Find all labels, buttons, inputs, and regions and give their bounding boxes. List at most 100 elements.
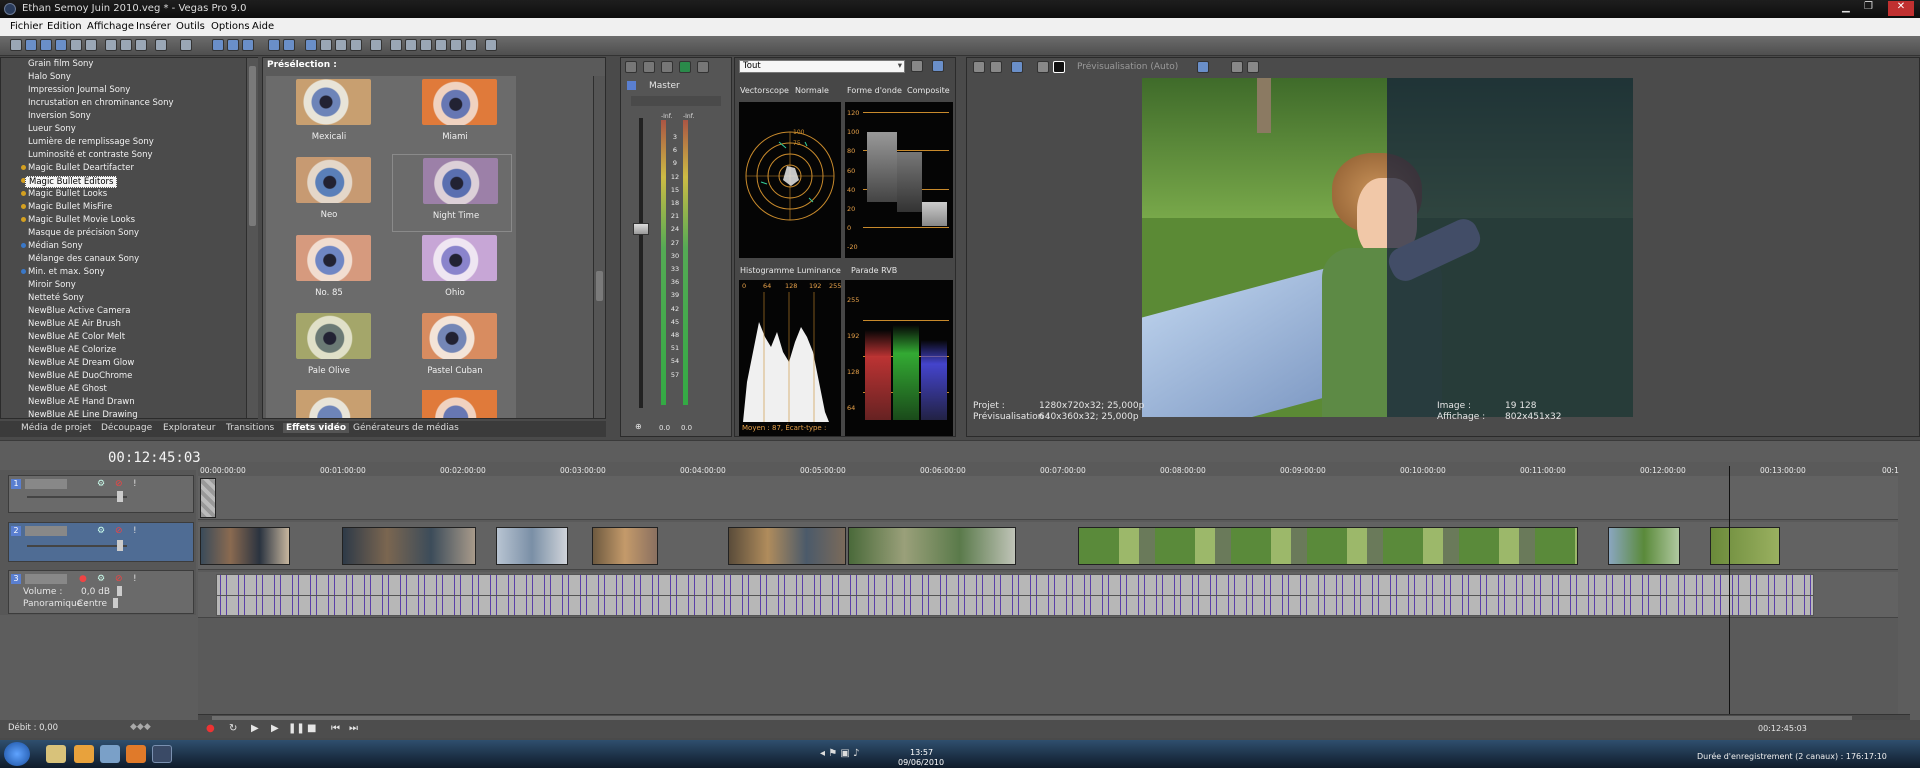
track-mute-icon[interactable]: ⊘ bbox=[115, 479, 123, 489]
track-mute-icon[interactable]: ⊘ bbox=[115, 526, 123, 536]
fx-item[interactable]: NewBlue AE Color Melt bbox=[28, 332, 125, 342]
video-track-1-lane[interactable] bbox=[198, 476, 1898, 520]
preview-ext-monitor-icon[interactable] bbox=[1011, 61, 1023, 73]
menu-fichier[interactable]: Fichier bbox=[10, 21, 43, 32]
firefox-icon[interactable] bbox=[126, 745, 146, 763]
cut-icon[interactable] bbox=[105, 39, 117, 51]
track-header-3[interactable]: 3 ● ⚙ ⊘ ! Volume : 0,0 dB Panoramique : … bbox=[8, 570, 194, 614]
scope-tab-parade[interactable]: Parade RVB bbox=[851, 266, 897, 275]
track-mute-icon[interactable]: ⊘ bbox=[115, 574, 123, 584]
scroll-thumb[interactable] bbox=[596, 271, 603, 301]
video-clip[interactable] bbox=[728, 527, 846, 565]
fx-item[interactable]: Inversion Sony bbox=[28, 111, 91, 121]
track-fx-icon[interactable]: ⚙ bbox=[97, 574, 105, 584]
preview-device-icon[interactable] bbox=[990, 61, 1002, 73]
fx-item[interactable]: Masque de précision Sony bbox=[28, 228, 139, 238]
preview-quality[interactable]: Prévisualisation (Auto) bbox=[1077, 62, 1178, 72]
scope-tab-composite[interactable]: Composite bbox=[907, 86, 950, 95]
playhead[interactable] bbox=[1729, 466, 1730, 714]
record-icon[interactable]: ● bbox=[206, 723, 215, 734]
lock-envelopes-icon[interactable] bbox=[242, 39, 254, 51]
stop-icon[interactable]: ■ bbox=[307, 723, 316, 734]
master-fader[interactable] bbox=[633, 223, 649, 235]
maximize-icon[interactable]: ❐ bbox=[1864, 1, 1878, 14]
open-icon[interactable] bbox=[25, 39, 37, 51]
properties-icon[interactable] bbox=[85, 39, 97, 51]
fx-item[interactable]: Min. et max. Sony bbox=[28, 267, 105, 277]
volume-slider[interactable] bbox=[117, 586, 122, 596]
preview-icon[interactable] bbox=[450, 39, 462, 51]
scopes-icon[interactable] bbox=[465, 39, 477, 51]
trim-icon[interactable] bbox=[350, 39, 362, 51]
video-clip[interactable] bbox=[496, 527, 568, 565]
preset-thumb[interactable]: Pastel Cuban bbox=[392, 310, 512, 386]
composite-level-slider[interactable] bbox=[117, 540, 123, 551]
preset-thumb-selected[interactable]: Night Time bbox=[392, 154, 512, 232]
video-clip[interactable] bbox=[200, 527, 290, 565]
menu-affichage[interactable]: Affichage bbox=[87, 21, 134, 32]
preset-thumb[interactable]: Pale Olive bbox=[266, 310, 386, 386]
tab-media-projet[interactable]: Média de projet bbox=[21, 423, 91, 433]
fx-item[interactable]: NewBlue AE Dream Glow bbox=[28, 358, 134, 368]
preview-fx-bypass-icon[interactable] bbox=[1053, 61, 1065, 73]
audio-clip[interactable] bbox=[216, 574, 1814, 616]
zoom-tool-icon[interactable] bbox=[320, 39, 332, 51]
mixer-icon[interactable] bbox=[435, 39, 447, 51]
scroll-thumb[interactable] bbox=[249, 66, 256, 226]
preset-thumb[interactable]: Neo bbox=[266, 154, 386, 230]
fx-icon[interactable] bbox=[405, 39, 417, 51]
fx-item-selected[interactable]: Magic Bullet Editors bbox=[25, 176, 118, 188]
start-button[interactable] bbox=[4, 742, 30, 766]
fx-item[interactable]: Netteté Sony bbox=[28, 293, 84, 303]
split-screen-icon[interactable] bbox=[1037, 61, 1049, 73]
fx-item[interactable]: NewBlue AE Hand Drawn bbox=[28, 397, 135, 407]
rate-slider-icon[interactable]: ◆◆◆ bbox=[130, 722, 151, 732]
menu-options[interactable]: Options bbox=[211, 21, 250, 32]
paste-icon[interactable] bbox=[135, 39, 147, 51]
minimize-icon[interactable]: ▁ bbox=[1842, 2, 1856, 15]
lock-icon[interactable]: ⊕ bbox=[635, 422, 642, 431]
overlays-icon[interactable] bbox=[1197, 61, 1209, 73]
fx-item[interactable]: Lumière de remplissage Sony bbox=[28, 137, 154, 147]
track-fx-icon[interactable]: ⚙ bbox=[97, 479, 105, 489]
master-settings-icon[interactable] bbox=[643, 61, 655, 73]
copy-snapshot-icon[interactable] bbox=[1231, 61, 1243, 73]
master-route-icon[interactable] bbox=[679, 61, 691, 73]
track-header-2[interactable]: 2 ⚙ ⊘ ! bbox=[8, 522, 194, 562]
play-from-start-icon[interactable]: ▶ bbox=[251, 723, 259, 734]
undo-icon[interactable] bbox=[155, 39, 167, 51]
composite-level-slider[interactable] bbox=[117, 491, 123, 502]
go-end-icon[interactable]: ⏭ bbox=[349, 723, 358, 734]
master-mute-icon[interactable] bbox=[697, 61, 709, 73]
menu-inserer[interactable]: Insérer bbox=[136, 21, 171, 32]
fx-item[interactable]: NewBlue AE DuoChrome bbox=[28, 371, 132, 381]
menu-edition[interactable]: Edition bbox=[47, 21, 82, 32]
generated-media-clip[interactable] bbox=[200, 478, 216, 518]
preset-thumb[interactable]: Ohio bbox=[392, 232, 512, 308]
scope-tab-normale[interactable]: Normale bbox=[795, 86, 829, 95]
normal-tool-icon[interactable] bbox=[268, 39, 280, 51]
fx-item[interactable]: Magic Bullet MisFire bbox=[28, 202, 112, 212]
preset-scrollbar[interactable] bbox=[593, 76, 605, 418]
scope-filter-select[interactable]: Tout ▾ bbox=[739, 60, 905, 73]
selection-tool-icon[interactable] bbox=[305, 39, 317, 51]
fx-item[interactable]: Médian Sony bbox=[28, 241, 83, 251]
fx-item[interactable]: Incrustation en chrominance Sony bbox=[28, 98, 174, 108]
fx-item[interactable]: NewBlue AE Air Brush bbox=[28, 319, 121, 329]
track-solo-icon[interactable]: ! bbox=[133, 526, 137, 536]
save-icon[interactable] bbox=[40, 39, 52, 51]
track-header-1[interactable]: 1 ⚙ ⊘ ! bbox=[8, 475, 194, 513]
pan-slider[interactable] bbox=[113, 598, 118, 608]
scope-tab-histogramme[interactable]: Histogramme bbox=[740, 266, 794, 275]
fx-list-scrollbar[interactable] bbox=[246, 58, 258, 418]
tab-explorateur[interactable]: Explorateur bbox=[163, 423, 215, 433]
fx-item[interactable]: NewBlue AE Ghost bbox=[28, 384, 107, 394]
scope-tab-luminance[interactable]: Luminance bbox=[797, 266, 841, 275]
tab-effets-video[interactable]: Effets vidéo bbox=[283, 423, 350, 433]
time-ruler[interactable]: 00:00:00:00 00:01:00:00 00:02:00:00 00:0… bbox=[198, 462, 1899, 476]
marker-icon[interactable] bbox=[370, 39, 382, 51]
close-icon[interactable]: ✕ bbox=[1888, 1, 1914, 16]
fx-item[interactable]: Magic Bullet Movie Looks bbox=[28, 215, 135, 225]
fx-item[interactable]: Impression Journal Sony bbox=[28, 85, 130, 95]
menu-aide[interactable]: Aide bbox=[252, 21, 274, 32]
